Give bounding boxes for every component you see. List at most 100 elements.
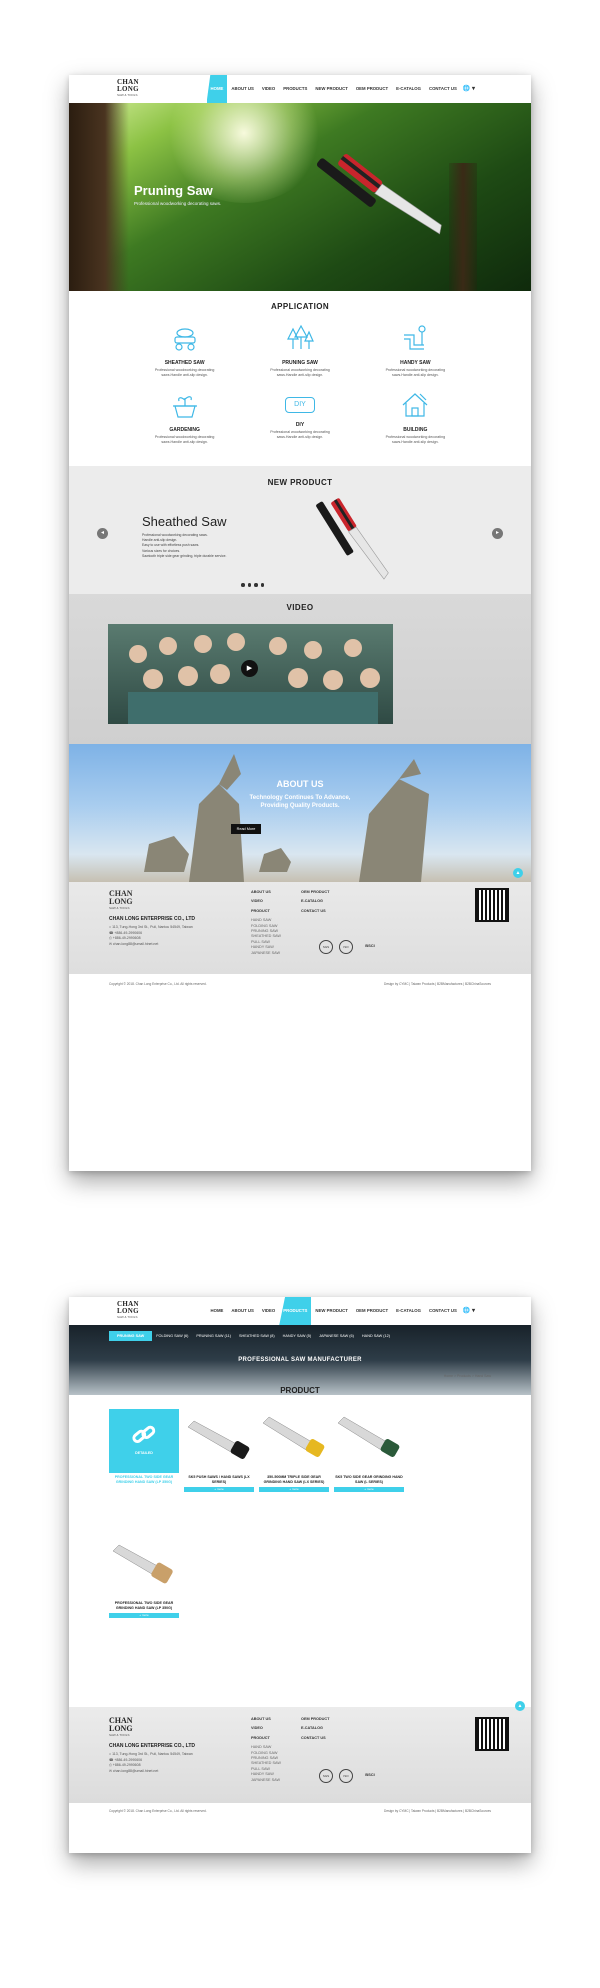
nav-contact-us[interactable]: CONTACT US — [425, 1297, 461, 1325]
application-name: SHEATHED SAW — [164, 360, 205, 366]
language-globe-icon[interactable]: 🌐 ▾ — [461, 75, 479, 103]
hand-saw-image — [262, 1416, 325, 1457]
bsci-cert-icon: BSCI — [365, 1772, 375, 1777]
footer-link-video[interactable]: VIDEO — [251, 899, 281, 904]
site-logo[interactable]: CHAN LONG SAW & TOOLS — [117, 1301, 161, 1321]
video-player[interactable]: ▶ — [108, 624, 393, 724]
footer-logo[interactable]: CHAN LONG SAW & TOOLS — [109, 1717, 159, 1739]
product-card-highlighted[interactable]: DETAILED PROFESSIONAL TWO SIDE GEAR GRIN… — [109, 1409, 179, 1485]
product-card[interactable]: SK5 TWO SIDE GEAR GRINDING HAND SAW (L S… — [334, 1409, 404, 1492]
product-title: PRODUCT — [280, 1386, 320, 1395]
product-card[interactable]: PROFESSIONAL TWO SIDE GEAR GRINDING HAND… — [109, 1535, 179, 1618]
logo-subtitle: SAW & TOOLS — [109, 906, 130, 910]
carousel-dots[interactable] — [241, 583, 264, 587]
nav-e-catalog[interactable]: E-CATALOG — [392, 1297, 425, 1325]
nav-products[interactable]: PRODUCTS — [279, 75, 311, 103]
nav-home[interactable]: HOME — [207, 1297, 228, 1325]
product-name: PROFESSIONAL TWO SIDE GEAR GRINDING HAND… — [114, 1601, 174, 1610]
tab-folding-saw[interactable]: FOLDING SAW (6) — [152, 1334, 192, 1338]
footer-link-contact[interactable]: CONTACT US — [301, 1736, 329, 1741]
tagline-line: Providing Quality Products. — [260, 803, 340, 809]
nav-contact-us[interactable]: CONTACT US — [425, 75, 461, 103]
email-text[interactable]: chan.long88@umail.hinet.net — [113, 1769, 158, 1773]
more-button[interactable]: + more — [109, 1612, 179, 1618]
more-button[interactable]: + more — [259, 1486, 329, 1492]
footer-link-product[interactable]: PRODUCT — [251, 1736, 281, 1741]
footer-link-oem[interactable]: OEM PRODUCT — [301, 1717, 329, 1722]
read-more-button[interactable]: Read More — [231, 824, 261, 834]
nav-new-product[interactable]: NEW PRODUCT — [311, 1297, 351, 1325]
tab-pruning-saw-count[interactable]: PRUNING SAW (11) — [192, 1334, 235, 1338]
address-text: 113, Tung-Hong 3rd St., Puli, Nantou 545… — [112, 1752, 193, 1756]
product-image — [259, 1409, 329, 1473]
email-text[interactable]: chan.long88@umail.hinet.net — [113, 942, 158, 946]
more-button[interactable]: + more — [184, 1486, 254, 1492]
play-button-icon[interactable]: ▶ — [241, 660, 258, 677]
tel-text: +886-49-2990606 — [114, 930, 143, 935]
footer-sublink[interactable]: JAPANESE SAW — [251, 1778, 281, 1783]
footer-link-catalog[interactable]: E-CATALOG — [301, 1726, 329, 1731]
site-logo[interactable]: CHAN LONG SAW & TOOLS — [117, 79, 161, 99]
new-product-name: Sheathed Saw — [142, 514, 227, 529]
footer-logo[interactable]: CHAN LONG SAW & TOOLS — [109, 890, 159, 912]
nav-oem-product[interactable]: OEM PRODUCT — [352, 75, 392, 103]
application-desc: Professional woodworking decorating saws… — [270, 430, 330, 439]
nav-e-catalog[interactable]: E-CATALOG — [392, 75, 425, 103]
tab-handy-saw[interactable]: HANDY SAW (5) — [279, 1334, 315, 1338]
footer: CHAN LONG SAW & TOOLS CHAN LONG ENTERPRI… — [69, 882, 531, 974]
application-sheathed-saw[interactable]: SHEATHED SAW Professional woodworking de… — [127, 323, 242, 378]
application-section: APPLICATION SHEATHED SAW Professional wo… — [69, 291, 531, 466]
nav-home[interactable]: HOME — [206, 75, 228, 103]
application-title: APPLICATION — [270, 302, 330, 311]
nav-about-us[interactable]: ABOUT US — [227, 1297, 257, 1325]
back-to-top-button[interactable]: ▲ — [515, 1701, 525, 1711]
application-name: GARDENING — [169, 427, 200, 433]
credits-links[interactable]: Design by CYMC | Taiwan Products | B2BMa… — [384, 974, 491, 994]
nav-about-us[interactable]: ABOUT US — [227, 75, 257, 103]
tab-pruning-saw[interactable]: PRUNING SAW — [109, 1331, 153, 1341]
nav-new-product[interactable]: NEW PRODUCT — [311, 75, 351, 103]
homepage-screenshot: CHAN LONG SAW & TOOLS HOME ABOUT US VIDE… — [69, 75, 531, 1171]
fax-text: +886-49-2990608 — [112, 1763, 141, 1768]
tab-hand-saw[interactable]: HAND SAW (12) — [358, 1334, 394, 1338]
footer-link-about[interactable]: ABOUT US — [251, 1717, 281, 1722]
more-button[interactable]: + more — [334, 1486, 404, 1492]
application-pruning-saw[interactable]: PRUNING SAW Professional woodworking dec… — [242, 323, 357, 378]
company-name: CHAN LONG ENTERPRISE CO., LTD — [109, 916, 196, 922]
carousel-prev-button[interactable]: ◂ — [97, 528, 108, 539]
footer-sublink[interactable]: JAPANESE SAW — [251, 951, 281, 956]
back-to-top-button[interactable]: ▲ — [513, 868, 523, 878]
language-globe-icon[interactable]: 🌐 ▾ — [461, 1297, 479, 1325]
new-product-desc: Professional woodworking decorating saws… — [142, 533, 272, 559]
tab-sheathed-saw[interactable]: SHEATHED SAW (8) — [235, 1334, 279, 1338]
sgs-cert-icon: SGS — [319, 1769, 333, 1783]
application-handy-saw[interactable]: HANDY SAW Professional woodworking decor… — [358, 323, 473, 378]
breadcrumb[interactable]: Home > Products > Hand Saw — [444, 1374, 491, 1378]
application-diy[interactable]: DIY DIY Professional woodworking decorat… — [242, 390, 357, 445]
logo-subtitle: SAW & TOOLS — [117, 93, 138, 97]
nav-products[interactable]: PRODUCTS — [279, 1297, 312, 1325]
about-us-tagline: Technology Continues To Advance, Providi… — [69, 794, 531, 810]
footer-link-product[interactable]: PRODUCT — [251, 909, 281, 914]
nav-oem-product[interactable]: OEM PRODUCT — [352, 1297, 392, 1325]
footer-link-contact[interactable]: CONTACT US — [301, 909, 329, 914]
nav-video[interactable]: VIDEO — [258, 1297, 279, 1325]
nav-video[interactable]: VIDEO — [258, 75, 279, 103]
product-image — [334, 1409, 404, 1473]
application-building[interactable]: BUILDING Professional woodworking decora… — [358, 390, 473, 445]
footer-link-video[interactable]: VIDEO — [251, 1726, 281, 1731]
footer-col-1: ABOUT US VIDEO PRODUCT HAND SAW FOLDING … — [251, 1717, 281, 1783]
carousel-next-button[interactable]: ▸ — [492, 528, 503, 539]
footer-link-oem[interactable]: OEM PRODUCT — [301, 890, 329, 895]
category-banner: PRUNING SAW FOLDING SAW (6) PRUNING SAW … — [69, 1325, 531, 1395]
product-card[interactable]: SK5 PUSH SAWS / HAND SAWS (LX SERIES) + … — [184, 1409, 254, 1492]
application-gardening[interactable]: GARDENING Professional woodworking decor… — [127, 390, 242, 445]
copyright-text: Copyright © 2018. Chan Long Enterprise C… — [109, 1809, 207, 1813]
footer-link-catalog[interactable]: E-CATALOG — [301, 899, 329, 904]
credits-links[interactable]: Design by CYMC | Taiwan Products | B2BMa… — [384, 1809, 491, 1813]
footer-link-about[interactable]: ABOUT US — [251, 890, 281, 895]
about-us-title: ABOUT US — [276, 779, 324, 789]
product-card[interactable]: 350-500MM TRIPLE SIDE GEAR GRINDING HAND… — [259, 1409, 329, 1492]
tab-japanese-saw[interactable]: JAPANESE SAW (6) — [315, 1334, 358, 1338]
diy-icon: DIY — [284, 397, 315, 413]
